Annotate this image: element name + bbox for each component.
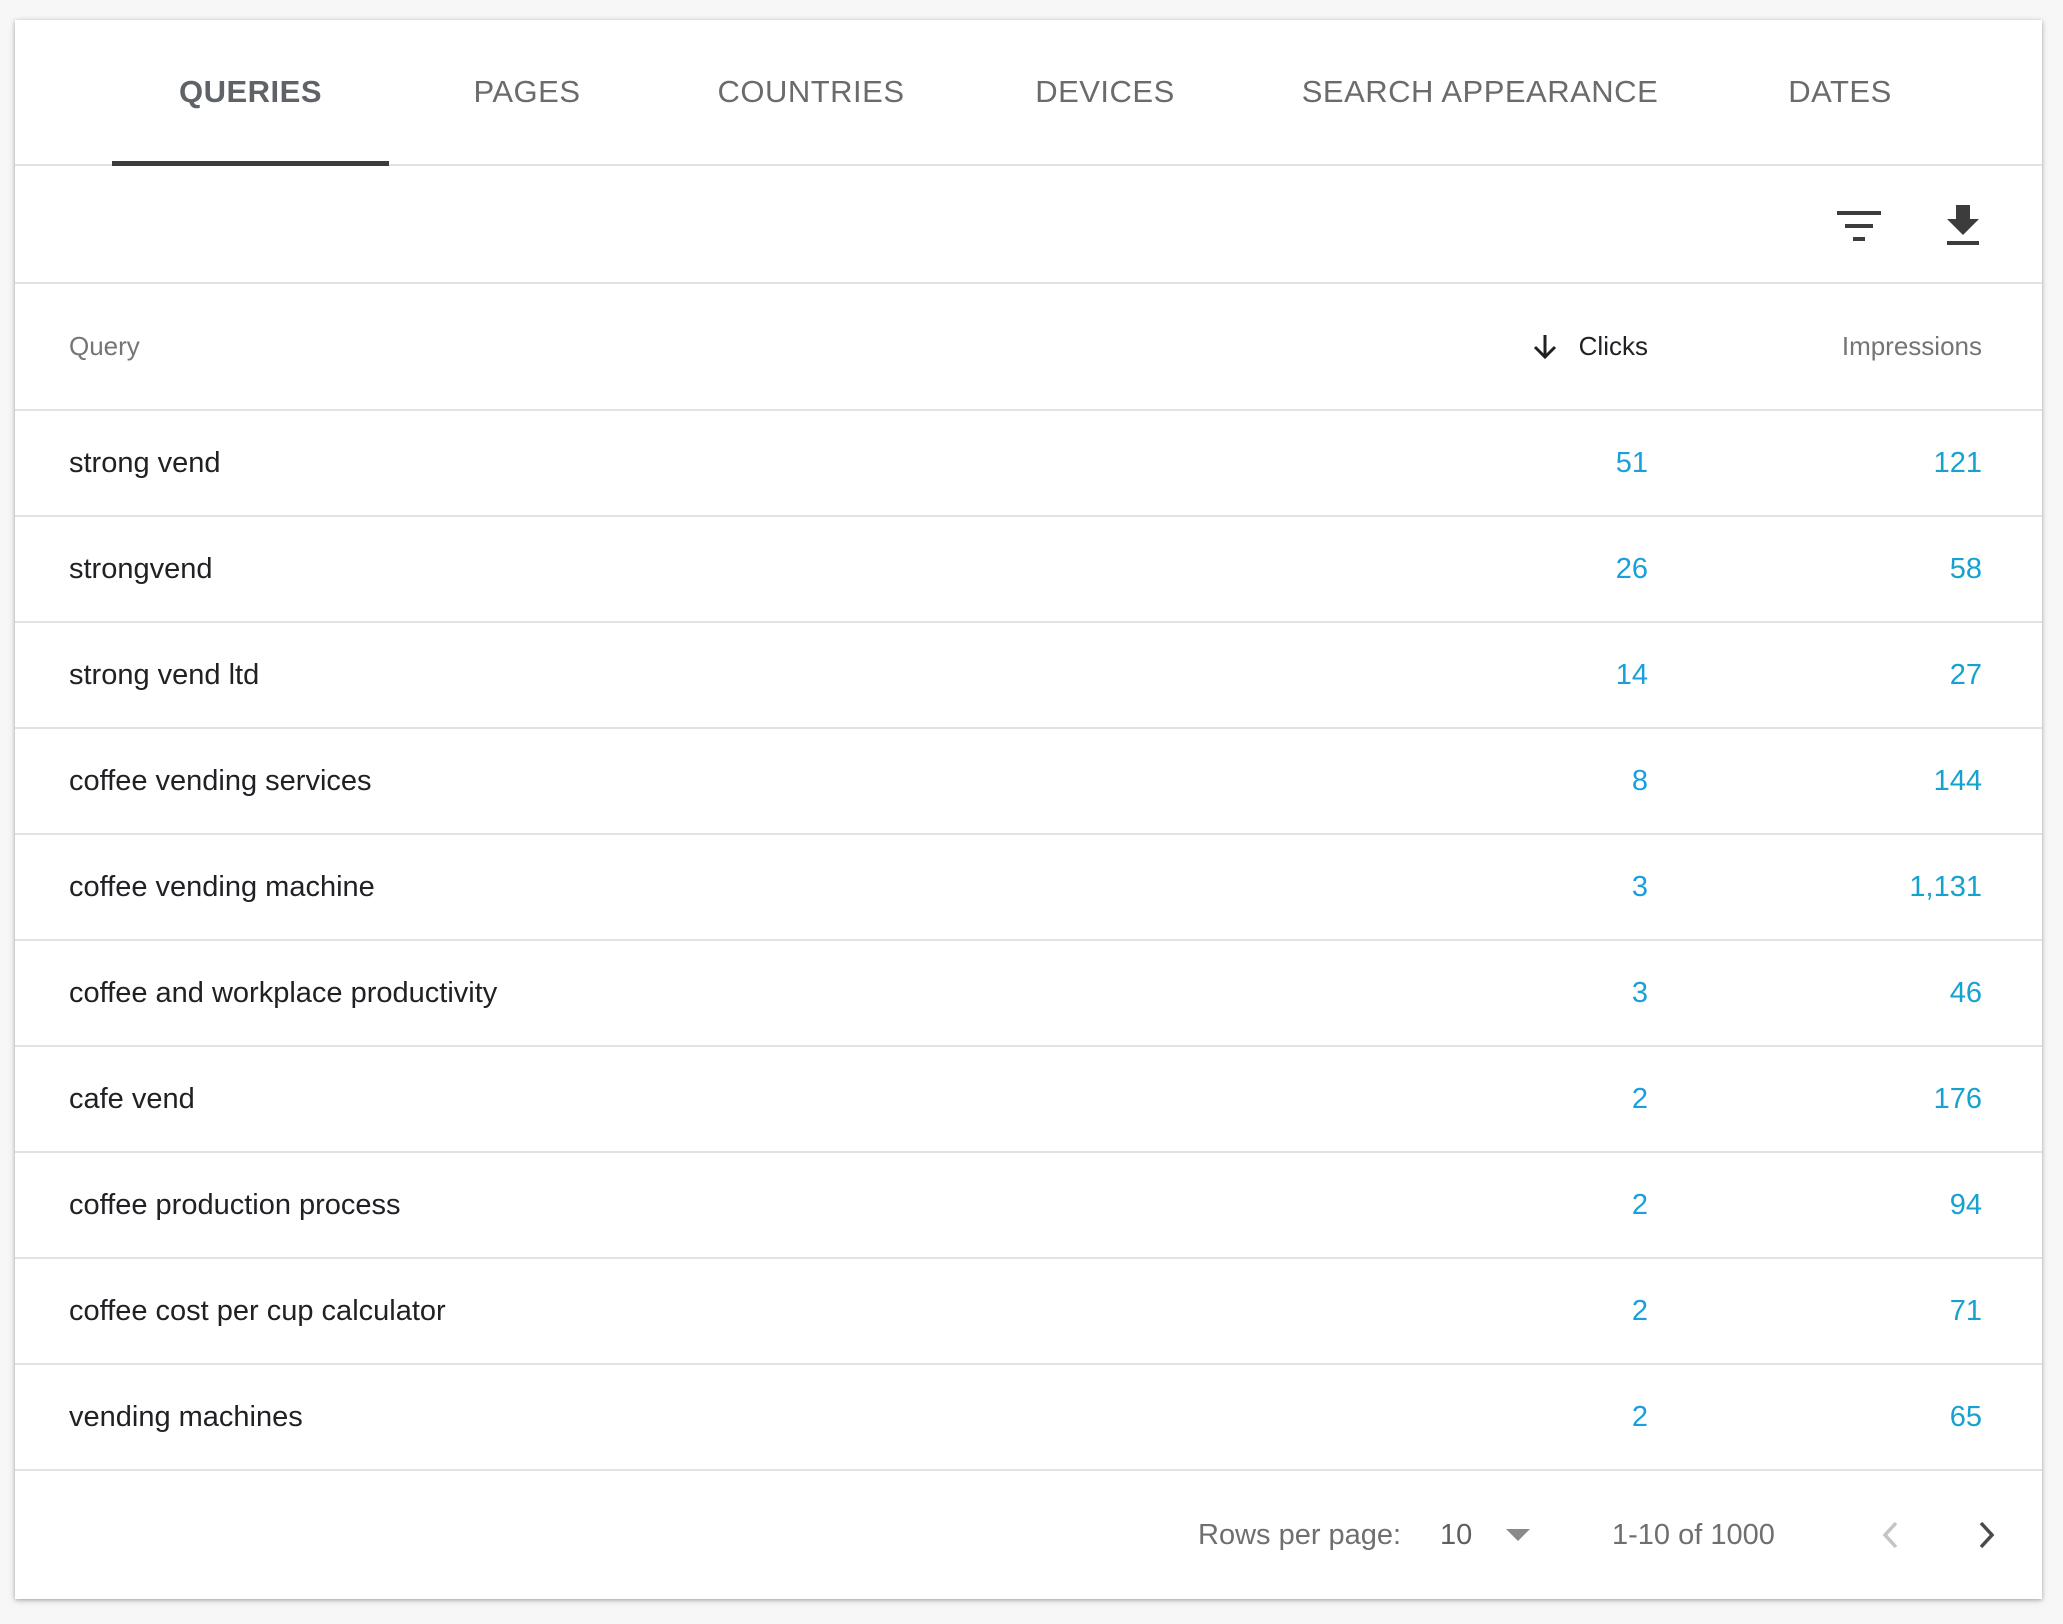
column-header-impressions[interactable]: Impressions <box>1842 284 1982 409</box>
impressions-cell: 71 <box>1949 1294 1982 1327</box>
table-pagination: Rows per page: 10 1-10 of 1000 <box>15 1471 2042 1599</box>
column-header-query[interactable]: Query <box>69 284 140 409</box>
impressions-cell: 144 <box>1933 764 1982 797</box>
dropdown-caret-icon[interactable] <box>1505 1471 1531 1599</box>
query-cell: coffee and workplace productivity <box>69 976 498 1009</box>
column-label: Clicks <box>1578 331 1648 361</box>
tab-countries[interactable]: COUNTRIES <box>695 20 927 164</box>
table-row[interactable]: vending machines 2 65 <box>15 1365 2042 1471</box>
query-cell: coffee vending machine <box>69 870 375 903</box>
clicks-cell: 2 <box>1631 1400 1648 1433</box>
query-cell: strongvend <box>69 552 213 585</box>
tab-label: SEARCH APPEARANCE <box>1301 74 1659 109</box>
filter-button[interactable] <box>1827 194 1891 258</box>
query-cell: cafe vend <box>69 1082 195 1115</box>
tab-label: QUERIES <box>178 74 323 109</box>
query-cell: strong vend <box>69 446 221 479</box>
table-row[interactable]: coffee vending machine 3 1,131 <box>15 835 2042 941</box>
column-label: Impressions <box>1841 331 1982 361</box>
previous-page-button[interactable] <box>1865 1471 1915 1599</box>
impressions-cell: 46 <box>1949 976 1982 1009</box>
impressions-cell: 121 <box>1933 446 1982 479</box>
tab-label: PAGES <box>473 74 581 109</box>
tab-queries[interactable]: QUERIES <box>112 20 389 166</box>
next-page-button[interactable] <box>1962 1471 2012 1599</box>
clicks-cell: 3 <box>1631 976 1648 1009</box>
filter-icon <box>1837 211 1881 241</box>
column-header-clicks[interactable]: Clicks <box>1533 284 1648 409</box>
tab-devices[interactable]: DEVICES <box>1005 20 1205 164</box>
impressions-cell: 65 <box>1949 1400 1982 1433</box>
impressions-cell: 27 <box>1949 658 1982 691</box>
table-body: strong vend 51 121 strongvend 26 58 stro… <box>15 411 2042 1471</box>
impressions-cell: 1,131 <box>1909 870 1982 903</box>
clicks-cell: 8 <box>1631 764 1648 797</box>
column-label: Query <box>69 331 140 361</box>
tab-search-appearance[interactable]: SEARCH APPEARANCE <box>1295 20 1665 164</box>
query-cell: strong vend ltd <box>69 658 260 691</box>
table-row[interactable]: coffee and workplace productivity 3 46 <box>15 941 2042 1047</box>
download-button[interactable] <box>1931 194 1995 258</box>
clicks-cell: 3 <box>1631 870 1648 903</box>
clicks-cell: 2 <box>1631 1294 1648 1327</box>
clicks-cell: 2 <box>1631 1082 1648 1115</box>
impressions-cell: 176 <box>1933 1082 1982 1115</box>
tab-dates[interactable]: DATES <box>1755 20 1925 164</box>
tab-pages[interactable]: PAGES <box>445 20 609 164</box>
table-row[interactable]: coffee cost per cup calculator 2 71 <box>15 1259 2042 1365</box>
chevron-right-icon <box>1979 1521 1995 1549</box>
dimension-tabs: QUERIES PAGES COUNTRIES DEVICES SEARCH A… <box>15 20 2042 166</box>
clicks-cell: 14 <box>1615 658 1648 691</box>
query-cell: coffee cost per cup calculator <box>69 1294 446 1327</box>
sort-descending-icon <box>1533 334 1557 360</box>
tab-label: DATES <box>1788 74 1892 109</box>
clicks-cell: 26 <box>1615 552 1648 585</box>
tab-label: DEVICES <box>1035 74 1175 109</box>
table-row[interactable]: strong vend 51 121 <box>15 411 2042 517</box>
query-cell: vending machines <box>69 1400 303 1433</box>
clicks-cell: 51 <box>1615 446 1648 479</box>
chevron-left-icon <box>1882 1521 1898 1549</box>
table-row[interactable]: strong vend ltd 14 27 <box>15 623 2042 729</box>
pagination-range: 1-10 of 1000 <box>1612 1518 1775 1551</box>
table-row[interactable]: strongvend 26 58 <box>15 517 2042 623</box>
impressions-cell: 94 <box>1949 1188 1982 1221</box>
query-cell: coffee vending services <box>69 764 372 797</box>
table-row[interactable]: cafe vend 2 176 <box>15 1047 2042 1153</box>
table-header: Query Clicks Impressions <box>15 284 2042 411</box>
table-row[interactable]: coffee vending services 8 144 <box>15 729 2042 835</box>
download-icon <box>1947 205 1979 245</box>
table-toolbar <box>15 166 2042 284</box>
query-cell: coffee production process <box>69 1188 401 1221</box>
impressions-cell: 58 <box>1949 552 1982 585</box>
tab-label: COUNTRIES <box>717 74 905 109</box>
table-row[interactable]: coffee production process 2 94 <box>15 1153 2042 1259</box>
rows-per-page-select[interactable]: 10 <box>1440 1471 1472 1599</box>
rows-per-page-label: Rows per page: <box>1198 1518 1402 1551</box>
performance-table-card: QUERIES PAGES COUNTRIES DEVICES SEARCH A… <box>15 20 2042 1599</box>
clicks-cell: 2 <box>1631 1188 1648 1221</box>
